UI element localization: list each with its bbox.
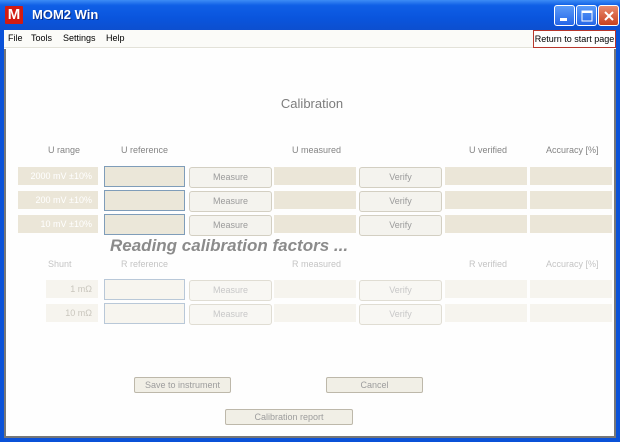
app-window: M MOM2 Win File Tools Settings Help Retu…	[0, 0, 620, 442]
u-verified-value	[445, 167, 527, 185]
u-range-value: 200 mV ±10%	[18, 191, 98, 209]
r-accuracy-value	[530, 304, 612, 322]
calibration-panel: Calibration U range U reference U measur…	[4, 49, 616, 438]
close-window-button[interactable]	[598, 5, 619, 26]
measure-button[interactable]: Measure	[189, 280, 272, 301]
header-r-verified: R verified	[469, 259, 508, 269]
client-area: File Tools Settings Help Return to start…	[4, 30, 616, 438]
menu-bar: File Tools Settings Help Return to start…	[4, 30, 616, 48]
u-measured-value	[274, 215, 356, 233]
measure-button[interactable]: Measure	[189, 215, 272, 236]
close-icon	[604, 11, 614, 21]
r-measured-value	[274, 280, 356, 298]
header-u-range: U range	[48, 145, 81, 155]
header-r-reference: R reference	[121, 259, 169, 269]
app-logo-icon: M	[5, 6, 23, 24]
maximize-button[interactable]	[576, 5, 597, 26]
return-to-start-button[interactable]: Return to start page	[533, 30, 616, 48]
title-bar[interactable]: M MOM2 Win	[0, 0, 620, 30]
header-u-reference: U reference	[121, 145, 169, 155]
header-r-accuracy: Accuracy [%]	[546, 259, 599, 269]
menu-file[interactable]: File	[8, 33, 23, 44]
u-reference-input[interactable]	[104, 166, 185, 187]
shunt-range-value: 10 mΩ	[46, 304, 98, 322]
r-accuracy-value	[530, 280, 612, 298]
window-title: MOM2 Win	[32, 7, 99, 22]
status-message: Reading calibration factors ...	[110, 236, 349, 255]
menu-settings[interactable]: Settings	[63, 33, 96, 44]
maximize-icon	[581, 10, 593, 22]
page-title: Calibration	[280, 96, 344, 111]
measure-button[interactable]: Measure	[189, 167, 272, 188]
r-reference-input[interactable]	[104, 303, 185, 324]
header-u-measured: U measured	[292, 145, 342, 155]
u-measured-value	[274, 167, 356, 185]
verify-button[interactable]: Verify	[359, 167, 442, 188]
r-measured-value	[274, 304, 356, 322]
u-range-value: 10 mV ±10%	[18, 215, 98, 233]
u-verified-value	[445, 215, 527, 233]
u-measured-value	[274, 191, 356, 209]
minimize-icon	[560, 18, 567, 21]
u-range-value: 2000 mV ±10%	[18, 167, 98, 185]
header-r-measured: R measured	[292, 259, 342, 269]
header-u-accuracy: Accuracy [%]	[546, 145, 599, 155]
r-verified-value	[445, 304, 527, 322]
u-accuracy-value	[530, 167, 612, 185]
calibration-report-button[interactable]: Calibration report	[225, 409, 353, 425]
measure-button[interactable]: Measure	[189, 304, 272, 325]
header-shunt: Shunt	[48, 259, 72, 269]
header-u-verified: U verified	[469, 145, 508, 155]
u-accuracy-value	[530, 215, 612, 233]
minimize-button[interactable]	[554, 5, 575, 26]
menu-tools[interactable]: Tools	[31, 33, 52, 44]
u-verified-value	[445, 191, 527, 209]
u-accuracy-value	[530, 191, 612, 209]
u-reference-input[interactable]	[104, 190, 185, 211]
verify-button[interactable]: Verify	[359, 304, 442, 325]
shunt-range-value: 1 mΩ	[46, 280, 98, 298]
save-to-instrument-button[interactable]: Save to instrument	[134, 377, 231, 393]
u-reference-input[interactable]	[104, 214, 185, 235]
r-reference-input[interactable]	[104, 279, 185, 300]
menu-help[interactable]: Help	[106, 33, 125, 44]
cancel-button[interactable]: Cancel	[326, 377, 423, 393]
verify-button[interactable]: Verify	[359, 280, 442, 301]
r-verified-value	[445, 280, 527, 298]
verify-button[interactable]: Verify	[359, 215, 442, 236]
verify-button[interactable]: Verify	[359, 191, 442, 212]
measure-button[interactable]: Measure	[189, 191, 272, 212]
